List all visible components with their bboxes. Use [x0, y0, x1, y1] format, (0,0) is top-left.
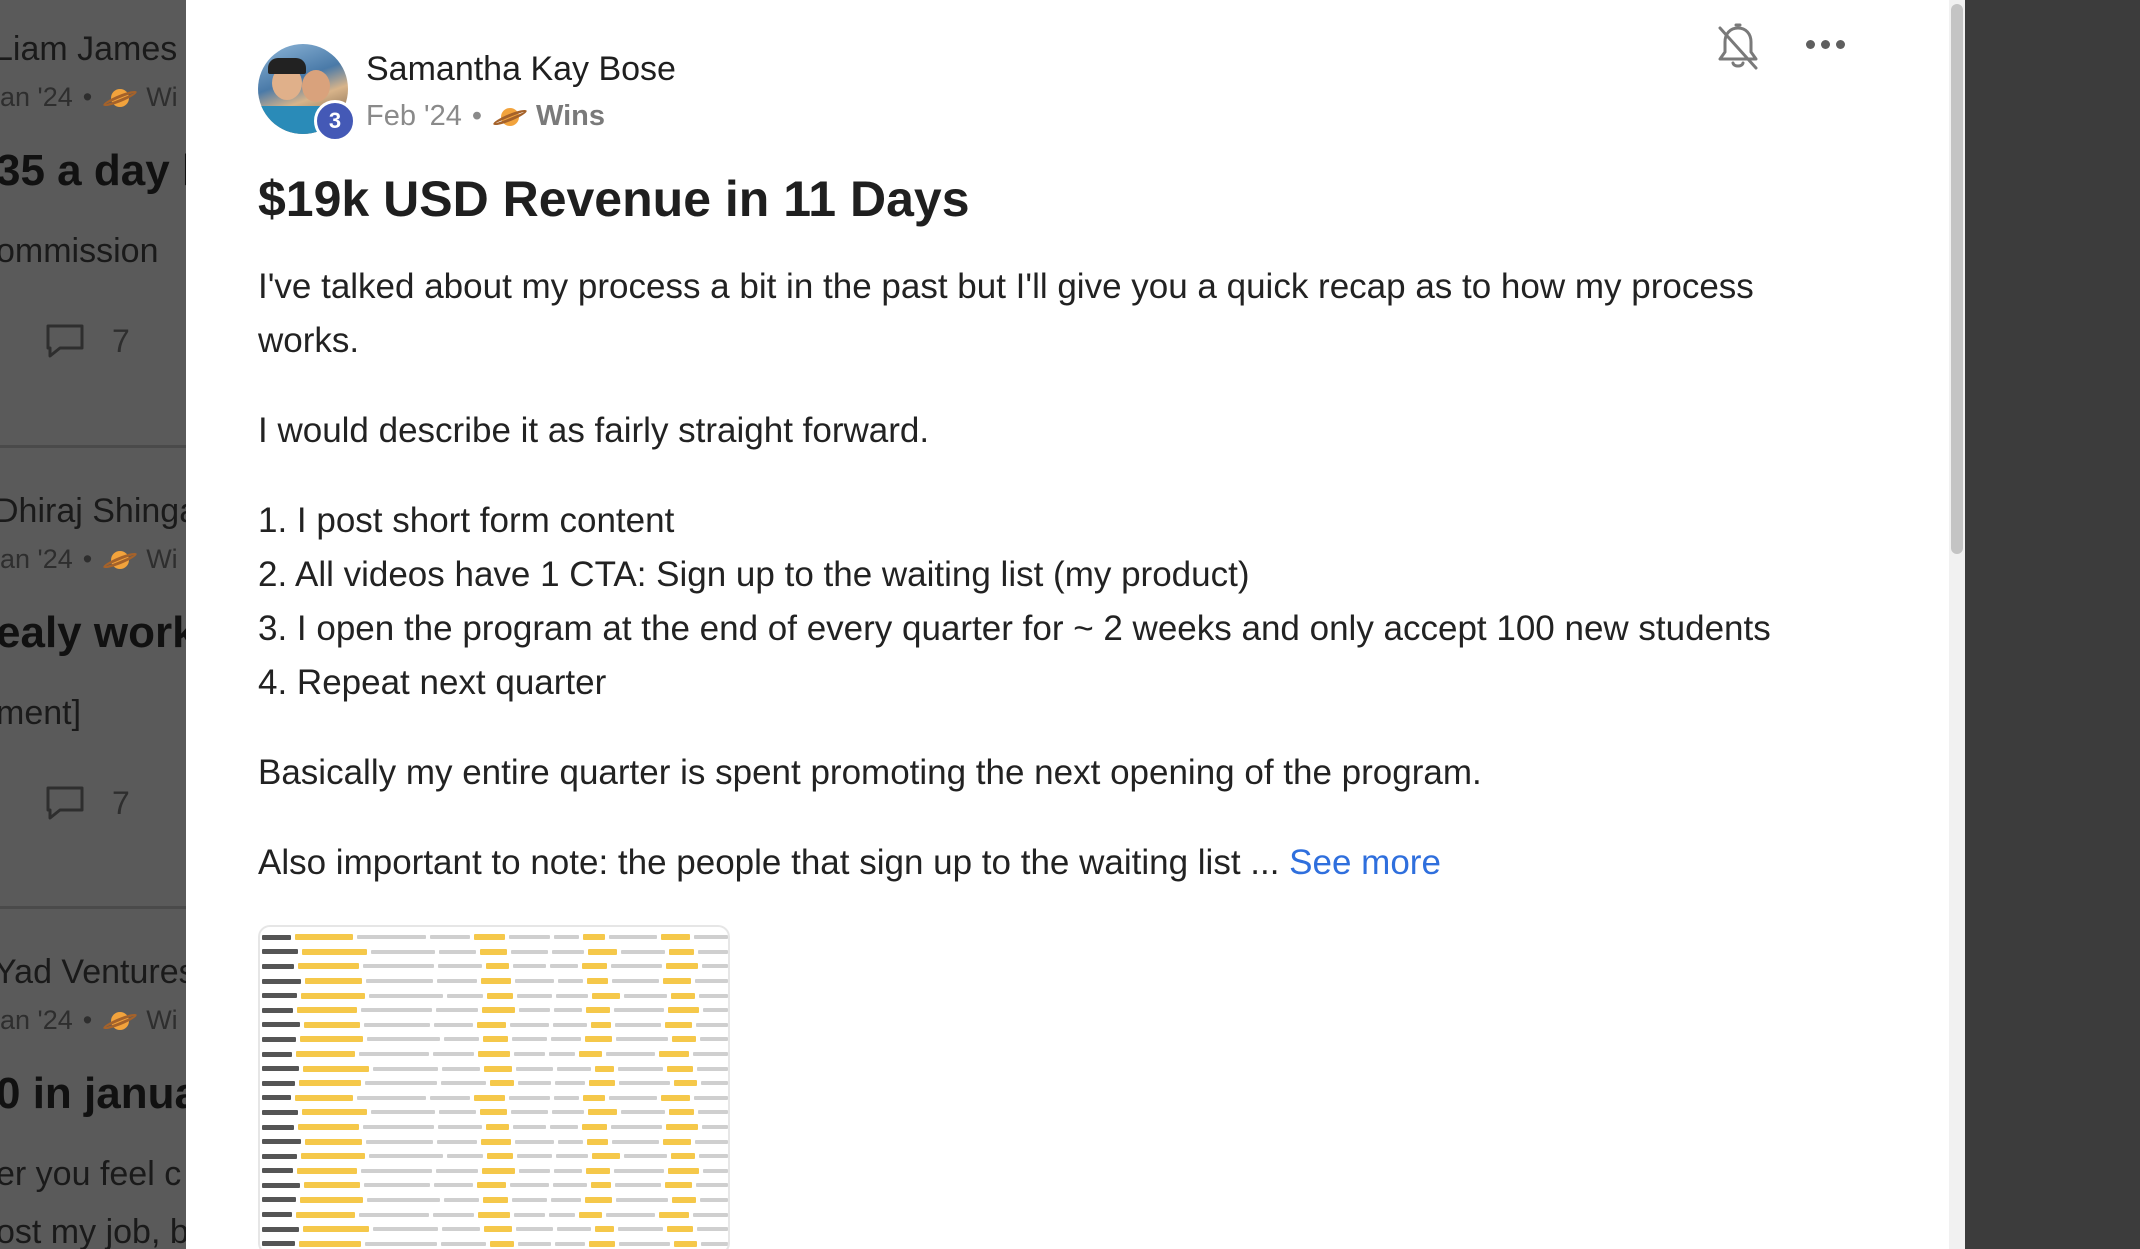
feed-card-title[interactable]: ealy works — [0, 608, 190, 658]
comment-count: 7 — [112, 322, 130, 359]
feed-card-category: Wi — [146, 82, 178, 112]
list-item: 2. All videos have 1 CTA: Sign up to the… — [258, 555, 1250, 594]
screenshot-row — [262, 1178, 728, 1193]
post-paragraph-truncated: Also important to note: the people that … — [258, 836, 1858, 890]
background-feed: Liam James an '24 • Wi 35 a day l ommissi… — [0, 0, 190, 1249]
list-item: 1. I post short form content — [258, 501, 675, 540]
screenshot-row — [262, 1091, 728, 1106]
modal-overlay[interactable] — [1965, 0, 2140, 1249]
screenshot-row — [262, 1076, 728, 1091]
post-paragraph: I've talked about my process a bit in th… — [258, 267, 1754, 360]
post-paragraph: Basically my entire quarter is spent pro… — [258, 753, 1482, 792]
bell-off-icon[interactable] — [1716, 22, 1760, 72]
screenshot-row — [262, 1193, 728, 1208]
screenshot-row — [262, 988, 728, 1003]
planet-icon — [491, 105, 528, 129]
post-header: 3 Samantha Kay Bose Feb '24 • Wins — [258, 44, 1865, 142]
feed-card-snippet: ommission — [0, 232, 159, 270]
feed-card-title[interactable]: 35 a day l — [0, 146, 190, 196]
level-badge: 3 — [314, 100, 356, 142]
screenshot-row — [262, 1222, 728, 1237]
feed-card-author: Dhiraj Shinga — [0, 492, 190, 530]
feed-card-snippet: er you feel c — [0, 1155, 182, 1193]
planet-icon — [102, 548, 139, 572]
feed-card-category: Wi — [146, 1005, 178, 1035]
scrollbar[interactable] — [1949, 0, 1965, 1249]
feed-card-date: an '24 — [0, 82, 73, 112]
screenshot-row — [262, 1134, 728, 1149]
comment-icon[interactable] — [44, 784, 86, 822]
screenshot-row — [262, 1061, 728, 1076]
more-options-icon[interactable] — [1806, 40, 1845, 49]
post-paragraph-text: Also important to note: the people that … — [258, 843, 1290, 882]
attachment-image[interactable] — [258, 925, 730, 1249]
screenshot-row — [262, 1105, 728, 1120]
post-title: $19k USD Revenue in 11 Days — [258, 171, 970, 227]
author-name[interactable]: Samantha Kay Bose — [366, 50, 676, 89]
feed-card-date: an '24 — [0, 1005, 73, 1035]
screenshot-row — [262, 1236, 728, 1249]
comment-icon[interactable] — [44, 322, 86, 360]
post-paragraph: I would describe it as fairly straight f… — [258, 411, 930, 450]
feed-card-title[interactable]: 0 in januar — [0, 1069, 190, 1119]
post-modal: 3 Samantha Kay Bose Feb '24 • Wins $19k … — [186, 0, 1965, 1249]
post-meta: Feb '24 • Wins — [366, 100, 605, 133]
screenshot-row — [262, 974, 728, 989]
screenshot-row — [262, 945, 728, 960]
list-item: 4. Repeat next quarter — [258, 663, 607, 702]
planet-icon — [102, 86, 139, 110]
list-item: 3. I open the program at the end of ever… — [258, 609, 1771, 648]
meta-separator: • — [471, 100, 482, 132]
screenshot-row — [262, 1032, 728, 1047]
post-date[interactable]: Feb '24 — [366, 100, 462, 133]
feed-card-meta: an '24 • Wi — [0, 544, 178, 574]
screenshot-row — [262, 1164, 728, 1179]
screenshot-row — [262, 930, 728, 945]
screenshot-row — [262, 1149, 728, 1164]
feed-divider — [0, 906, 190, 909]
planet-icon — [102, 1009, 139, 1033]
feed-card-category: Wi — [146, 544, 178, 574]
post-body: I've talked about my process a bit in th… — [258, 260, 1858, 926]
feed-card-stats: 7 — [44, 322, 130, 360]
feed-card-snippet: ment] — [0, 694, 82, 732]
screenshot-row — [262, 1003, 728, 1018]
feed-card-date: an '24 — [0, 544, 73, 574]
feed-divider — [0, 445, 190, 448]
comment-count: 7 — [112, 784, 130, 821]
screenshot-row — [262, 1018, 728, 1033]
feed-card-meta: an '24 • Wi — [0, 82, 178, 112]
feed-card-meta: an '24 • Wi — [0, 1005, 178, 1035]
screenshot-row — [262, 1047, 728, 1062]
scrollbar-thumb[interactable] — [1951, 4, 1963, 554]
feed-card-stats: 7 — [44, 784, 130, 822]
screenshot-row — [262, 1120, 728, 1135]
post-list: 1. I post short form content 2. All vide… — [258, 494, 1858, 710]
see-more-link[interactable]: See more — [1289, 843, 1441, 882]
feed-card-author: Yad Ventures — [0, 953, 190, 991]
feed-card-author: Liam James — [0, 30, 178, 68]
feed-card-snippet: ost my job, b — [0, 1213, 189, 1249]
screenshot-row — [262, 1207, 728, 1222]
screenshot-row — [262, 959, 728, 974]
post-category[interactable]: Wins — [536, 100, 605, 133]
